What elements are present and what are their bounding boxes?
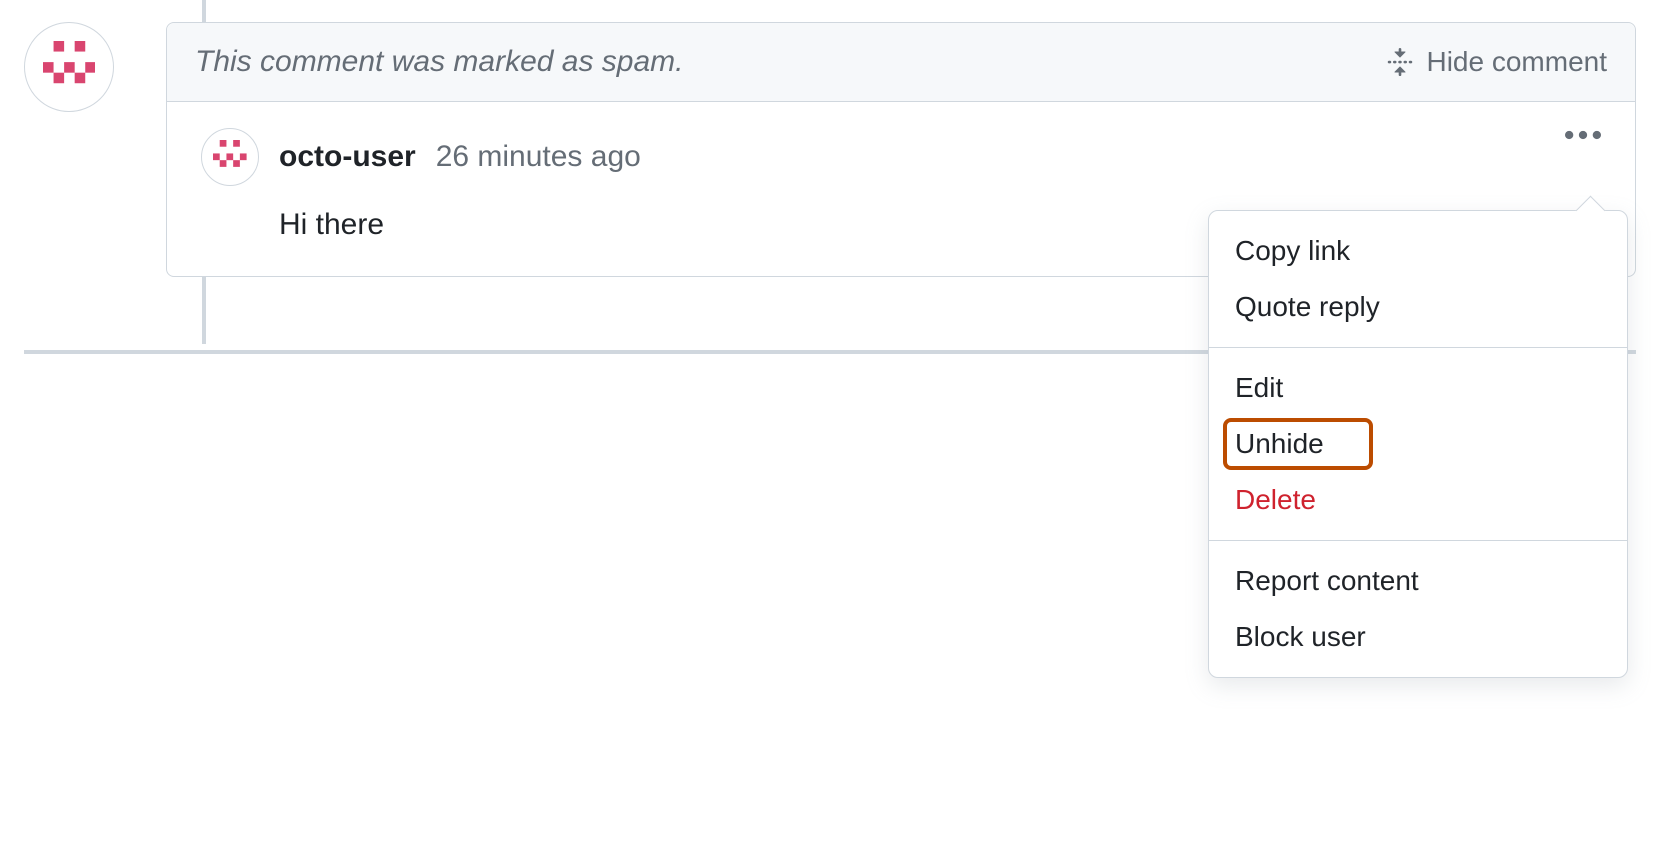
fold-icon	[1386, 48, 1414, 76]
menu-block-user[interactable]: Block user	[1209, 609, 1627, 665]
comment-header: octo-user 26 minutes ago	[201, 128, 1601, 186]
hide-comment-label: Hide comment	[1426, 46, 1607, 78]
kebab-menu-button[interactable]	[1559, 124, 1607, 146]
spam-banner: This comment was marked as spam. Hide co…	[167, 23, 1635, 102]
kebab-icon	[1565, 130, 1601, 140]
dropdown-section-1: Copy link Quote reply	[1209, 211, 1627, 347]
menu-delete[interactable]: Delete	[1209, 472, 1627, 528]
comment-timestamp[interactable]: 26 minutes ago	[436, 140, 641, 174]
identicon-icon	[213, 140, 247, 174]
menu-report-content[interactable]: Report content	[1209, 553, 1627, 609]
avatar-large[interactable]	[24, 22, 114, 112]
avatar-small[interactable]	[201, 128, 259, 186]
menu-quote-reply[interactable]: Quote reply	[1209, 279, 1627, 335]
dropdown-section-3: Report content Block user	[1209, 541, 1627, 677]
comment-author[interactable]: octo-user	[279, 140, 416, 174]
kebab-dropdown: Copy link Quote reply Edit Unhide Delete…	[1208, 210, 1628, 678]
identicon-icon	[43, 41, 96, 94]
menu-unhide[interactable]: Unhide	[1209, 416, 1627, 472]
menu-copy-link[interactable]: Copy link	[1209, 223, 1627, 279]
spam-banner-text: This comment was marked as spam.	[195, 45, 683, 79]
dropdown-section-2: Edit Unhide Delete	[1209, 348, 1627, 540]
menu-edit[interactable]: Edit	[1209, 360, 1627, 416]
hide-comment-button[interactable]: Hide comment	[1386, 46, 1607, 78]
